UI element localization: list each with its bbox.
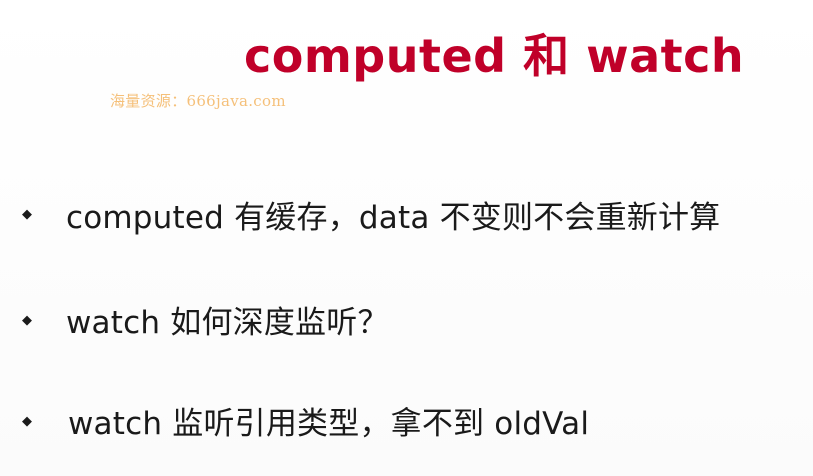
- diamond-bullet-icon: ◆: [22, 414, 32, 429]
- bullet-item: ◆ watch 监听引用类型，拿不到 oldVal: [0, 400, 813, 448]
- bullet-text: watch 如何深度监听？: [66, 305, 389, 341]
- bullet-text: computed 有缓存，data 不变则不会重新计算: [66, 200, 721, 236]
- bullet-item: ◆ watch 如何深度监听？: [0, 300, 813, 348]
- bullet-text: watch 监听引用类型，拿不到 oldVal: [68, 406, 590, 442]
- bullet-list: ◆ computed 有缓存，data 不变则不会重新计算 ◆ watch 如何…: [0, 0, 813, 476]
- bullet-item: ◆ computed 有缓存，data 不变则不会重新计算: [0, 196, 813, 244]
- diamond-bullet-icon: ◆: [22, 313, 32, 328]
- diamond-bullet-icon: ◆: [22, 207, 32, 222]
- slide: computed 和 watch 海量资源：666java.com ◆ comp…: [0, 0, 813, 476]
